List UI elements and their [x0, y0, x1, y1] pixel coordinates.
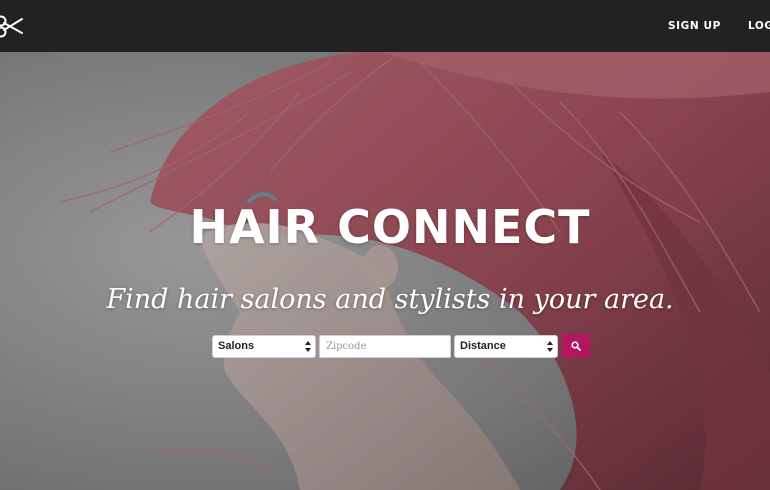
search-form: Salons Distance [212, 334, 590, 358]
search-icon [571, 341, 581, 351]
hero-section: HAIR CONNECT Find hair salons and stylis… [0, 52, 770, 490]
log-in-link[interactable]: LOG IN [748, 20, 770, 32]
distance-select[interactable]: Distance [454, 334, 558, 358]
category-select-value: Salons [218, 339, 255, 352]
nav-links: SIGN UP LOG IN [668, 0, 770, 52]
scissors-icon[interactable] [0, 13, 24, 39]
sign-up-link[interactable]: SIGN UP [668, 20, 721, 32]
search-button[interactable] [562, 334, 590, 358]
distance-select-value: Distance [460, 339, 506, 352]
hero-title: HAIR CONNECT [189, 200, 591, 254]
zipcode-input[interactable] [319, 334, 451, 358]
select-arrows-icon [547, 340, 553, 352]
page: SIGN UP LOG IN [0, 0, 770, 490]
top-navbar: SIGN UP LOG IN [0, 0, 770, 52]
select-arrows-icon [305, 340, 311, 352]
category-select[interactable]: Salons [212, 334, 316, 358]
hero-overlay [0, 52, 770, 490]
hero-tagline: Find hair salons and stylists in your ar… [106, 284, 674, 315]
